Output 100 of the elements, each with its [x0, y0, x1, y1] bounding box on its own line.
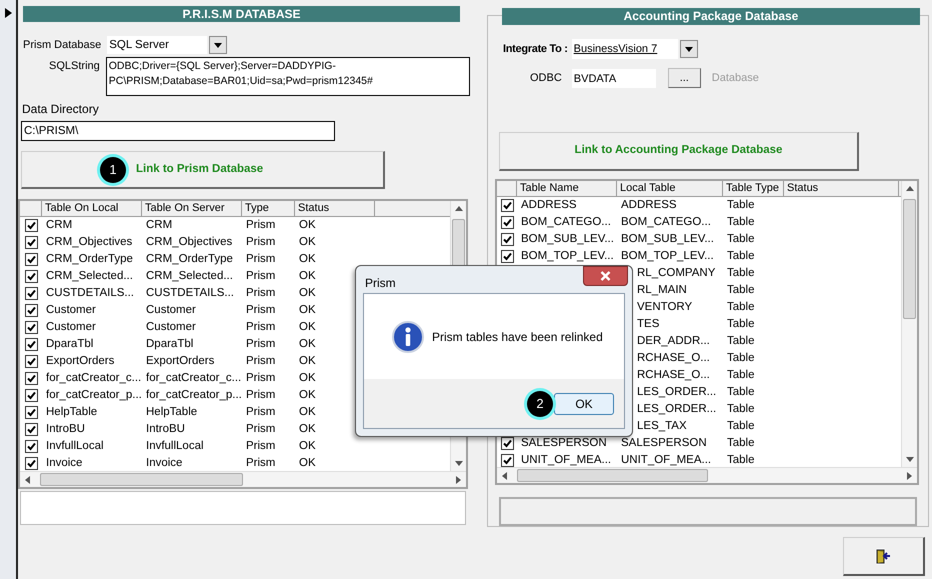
- table-cell: BOM_SUB_LEV...: [521, 232, 614, 245]
- column-header[interactable]: Status: [784, 181, 899, 196]
- table-cell: OK: [299, 372, 316, 384]
- table-cell: OK: [299, 252, 316, 265]
- checkbox[interactable]: [24, 423, 38, 436]
- checkbox[interactable]: [500, 199, 514, 212]
- table-cell: Table: [727, 368, 754, 381]
- dropdown-button[interactable]: [680, 40, 698, 58]
- table-cell: for_catCreator_c...: [146, 372, 242, 384]
- table-cell: for_catCreator_p...: [146, 388, 242, 401]
- scroll-thumb[interactable]: [40, 473, 242, 486]
- vertical-scrollbar[interactable]: [901, 181, 917, 467]
- scroll-up-icon: [906, 186, 914, 191]
- checkbox[interactable]: [24, 219, 38, 232]
- close-button[interactable]: [583, 266, 628, 286]
- dropdown-field[interactable]: BusinessVision 7: [572, 39, 678, 59]
- checkbox[interactable]: [24, 406, 38, 419]
- dropdown-button[interactable]: [209, 36, 228, 54]
- ok-button[interactable]: OK: [554, 392, 614, 414]
- table-cell: Customer: [146, 304, 196, 316]
- checkbox[interactable]: [500, 454, 514, 467]
- table-cell: RL_MAIN: [637, 284, 687, 296]
- table-cell: CUSTDETAILS...: [146, 286, 234, 299]
- sql-string-field[interactable]: ODBC;Driver={SQL Server};Server=DADDYPIG-PC\PRISM;Database=BAR01;Uid=sa;Pwd=prism12345#: [106, 57, 470, 96]
- table-cell: Prism: [246, 388, 276, 401]
- column-header[interactable]: Status: [295, 201, 375, 216]
- column-header[interactable]: Type: [242, 201, 295, 216]
- table-cell: Table: [727, 402, 754, 415]
- table-cell: ExportOrders: [146, 354, 214, 367]
- checkbox[interactable]: [24, 270, 38, 283]
- checkbox[interactable]: [500, 250, 514, 263]
- browse-button[interactable]: ...: [668, 68, 701, 88]
- field-label: Integrate To :: [503, 42, 568, 57]
- table-cell: CRM: [146, 218, 172, 231]
- dialog-title: Prism: [365, 276, 396, 290]
- table-cell: RCHASE_O...: [637, 352, 710, 364]
- table-cell: HelpTable: [46, 406, 98, 418]
- data-directory-field[interactable]: C:\PRISM\: [21, 121, 335, 141]
- horizontal-scrollbar[interactable]: [20, 471, 466, 487]
- door-exit-icon: [876, 548, 892, 564]
- checkbox[interactable]: [24, 440, 38, 453]
- column-header[interactable]: Table Type: [723, 181, 784, 196]
- table-cell: Table: [727, 454, 754, 466]
- table-cell: IntroBU: [146, 422, 185, 435]
- table-cell: UNIT_OF_MEA...: [521, 454, 612, 466]
- link-button[interactable]: 1 Link to Prism Database: [21, 151, 385, 189]
- checkbox[interactable]: [24, 372, 38, 385]
- exit-button[interactable]: [843, 537, 925, 576]
- checkbox[interactable]: [500, 437, 514, 450]
- checkbox[interactable]: [24, 253, 38, 266]
- table-cell: LES_ORDER...: [637, 402, 716, 415]
- checkbox[interactable]: [24, 389, 38, 402]
- checkbox[interactable]: [24, 287, 38, 300]
- column-header[interactable]: Table On Server: [142, 201, 242, 216]
- table-cell: for_catCreator_p...: [46, 388, 142, 401]
- table-cell: BOM_SUB_LEV...: [621, 232, 714, 245]
- horizontal-scrollbar[interactable]: [497, 467, 917, 483]
- table-cell: BOM_TOP_LEV...: [621, 250, 714, 262]
- table-cell: Invoice: [46, 456, 82, 469]
- checkbox[interactable]: [500, 233, 514, 246]
- checkbox[interactable]: [24, 338, 38, 351]
- table-cell: InvfullLocal: [146, 440, 204, 452]
- column-header[interactable]: Local Table: [617, 181, 723, 196]
- table-cell: HelpTable: [146, 406, 198, 418]
- odbc-field[interactable]: BVDATA: [572, 68, 656, 88]
- column-header[interactable]: Table Name: [517, 181, 617, 196]
- column-header[interactable]: Table On Local: [42, 201, 142, 216]
- scroll-thumb[interactable]: [517, 469, 708, 482]
- checkbox[interactable]: [500, 216, 514, 229]
- checkbox[interactable]: [24, 457, 38, 470]
- table-cell: CUSTDETAILS...: [46, 286, 134, 299]
- link-button[interactable]: Link to Accounting Package Database: [499, 132, 859, 171]
- checkbox[interactable]: [24, 321, 38, 334]
- checkbox[interactable]: [24, 236, 38, 249]
- table-cell: Prism: [246, 338, 276, 350]
- checkbox[interactable]: [24, 355, 38, 368]
- table-cell: Prism: [246, 252, 276, 265]
- table-cell: OK: [299, 304, 316, 316]
- table-cell: Prism: [246, 354, 276, 367]
- info-icon: [392, 320, 424, 352]
- scroll-down-icon: [454, 461, 462, 466]
- table-cell: OK: [299, 406, 316, 418]
- table-cell: Table: [727, 300, 754, 313]
- table-cell: OK: [299, 440, 316, 452]
- field-label: SQLString: [49, 59, 100, 74]
- checkbox[interactable]: [24, 304, 38, 317]
- caret-icon: [684, 46, 693, 52]
- scroll-right-icon: [907, 472, 912, 480]
- table-cell: Prism: [246, 440, 276, 452]
- table-cell: Table: [727, 250, 754, 262]
- panel-title: P.R.I.S.M DATABASE: [23, 6, 460, 22]
- table-cell: Table: [727, 352, 754, 364]
- scroll-thumb[interactable]: [903, 199, 916, 319]
- dropdown-field[interactable]: SQL Server: [107, 36, 208, 54]
- close-icon: [600, 271, 611, 281]
- table-cell: CRM_Selected...: [146, 270, 233, 282]
- table-cell: ADDRESS: [621, 198, 677, 211]
- notes-field[interactable]: [20, 491, 466, 525]
- table-cell: OK: [299, 320, 316, 333]
- table-cell: Table: [727, 318, 754, 330]
